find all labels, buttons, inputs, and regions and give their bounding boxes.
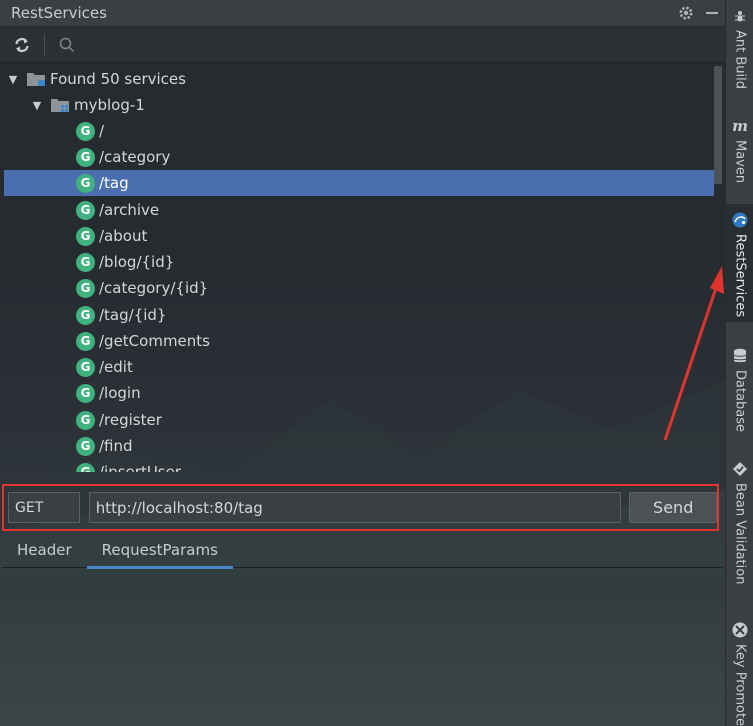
service-path: / [99, 122, 105, 140]
tree-module-node[interactable]: ▼ myblog-1 [4, 92, 714, 118]
get-method-icon: G [76, 278, 95, 298]
service-row[interactable]: G /category/{id} [4, 275, 714, 301]
side-panel-label: Database [732, 370, 748, 433]
get-method-icon: G [76, 147, 95, 167]
side-panel-label: Ant Build [732, 30, 748, 89]
side-panel-rest-services[interactable]: RestServices [726, 204, 753, 322]
service-row[interactable]: G /category [4, 144, 714, 170]
service-path: /blog/{id} [99, 253, 175, 271]
side-panel-label: Bean Validation [732, 483, 748, 585]
request-tabs: Header RequestParams [2, 532, 723, 569]
get-method-icon: G [76, 226, 95, 246]
service-row[interactable]: G /about [4, 223, 714, 249]
get-method-icon: G [76, 410, 95, 430]
service-row[interactable]: G /find [4, 433, 714, 459]
service-path: /insertUser [99, 463, 182, 472]
service-path: /tag/{id} [99, 306, 167, 324]
tab-header[interactable]: Header [2, 532, 87, 568]
side-panel-key-promoter[interactable]: Key Promoter [726, 614, 753, 726]
tab-header-label: Header [17, 541, 72, 559]
maven-icon: m [732, 117, 748, 135]
http-method-select[interactable]: GET [8, 492, 80, 523]
url-input[interactable]: http://localhost:80/tag [88, 492, 622, 523]
side-panel-ant-build[interactable]: Ant Build [726, 0, 753, 89]
service-path: /login [99, 384, 141, 402]
service-path: /find [99, 437, 133, 455]
request-bar: GET http://localhost:80/tag Send [2, 484, 719, 531]
services-folder-icon [26, 71, 46, 87]
panel-toolbar [0, 27, 725, 63]
gear-icon[interactable] [673, 0, 699, 27]
database-icon [730, 346, 750, 366]
panel-title-bar: RestServices [0, 0, 725, 27]
get-method-icon: G [76, 383, 95, 403]
side-panel-database[interactable]: Database [726, 340, 753, 432]
service-row[interactable]: G /login [4, 380, 714, 406]
tree-root-node[interactable]: ▼ Found 50 services [4, 66, 714, 92]
expand-arrow-icon[interactable]: ▼ [6, 73, 20, 86]
service-row[interactable]: G /register [4, 407, 714, 433]
get-method-icon: G [76, 331, 95, 351]
key-promoter-icon [730, 620, 750, 640]
get-method-icon: G [76, 305, 95, 325]
expand-arrow-icon[interactable]: ▼ [30, 99, 44, 112]
service-row[interactable]: G /getComments [4, 328, 714, 354]
get-method-icon: G [76, 200, 95, 220]
service-row[interactable]: G /blog/{id} [4, 249, 714, 275]
side-tool-strip: Ant Build m Maven RestServices Database … [725, 0, 753, 726]
scrollbar-thumb[interactable] [714, 66, 722, 184]
send-button[interactable]: Send [629, 492, 718, 523]
search-icon[interactable] [51, 30, 83, 60]
minimize-icon[interactable] [699, 0, 725, 27]
get-method-icon: G [76, 173, 95, 193]
service-row[interactable]: G /archive [4, 197, 714, 223]
tree-module-label: myblog-1 [74, 96, 145, 114]
tab-request-params[interactable]: RequestParams [86, 532, 234, 569]
service-row-selected[interactable]: G /tag [4, 170, 714, 196]
get-method-icon: G [76, 121, 95, 141]
side-panel-bean-validation[interactable]: Bean Validation [726, 453, 753, 584]
get-method-icon: G [76, 252, 95, 272]
service-path: /register [99, 411, 162, 429]
service-row[interactable]: G /insertUser [4, 459, 714, 472]
side-panel-label: Key Promoter [732, 644, 748, 726]
get-method-icon: G [76, 462, 95, 472]
service-row[interactable]: G /tag/{id} [4, 302, 714, 328]
tab-request-params-label: RequestParams [101, 541, 218, 559]
service-row[interactable]: G / [4, 118, 714, 144]
side-panel-label: Maven [732, 140, 748, 184]
service-path: /tag [99, 174, 129, 192]
get-method-icon: G [76, 357, 95, 377]
service-path: /category [99, 148, 171, 166]
side-panel-maven[interactable]: m Maven [726, 110, 753, 183]
bean-validation-icon [730, 459, 750, 479]
tree-root-label: Found 50 services [50, 70, 186, 88]
service-path: /archive [99, 201, 160, 219]
service-path: /category/{id} [99, 279, 209, 297]
side-panel-label: RestServices [732, 234, 748, 318]
service-path: /edit [99, 358, 133, 376]
service-row[interactable]: G /edit [4, 354, 714, 380]
panel-title: RestServices [11, 4, 107, 22]
service-path: /getComments [99, 332, 210, 350]
get-method-icon: G [76, 436, 95, 456]
tree-scrollbar[interactable] [713, 66, 723, 472]
ide-window: RestServices ▼ Found 50 services ▼ myblo… [0, 0, 753, 726]
rest-services-icon [730, 210, 750, 230]
toolbar-separator [44, 33, 45, 56]
ant-icon [730, 6, 750, 26]
module-folder-icon [50, 97, 70, 113]
services-tree[interactable]: ▼ Found 50 services ▼ myblog-1 G / G /ca… [4, 66, 714, 472]
refresh-icon[interactable] [6, 30, 38, 60]
service-path: /about [99, 227, 148, 245]
